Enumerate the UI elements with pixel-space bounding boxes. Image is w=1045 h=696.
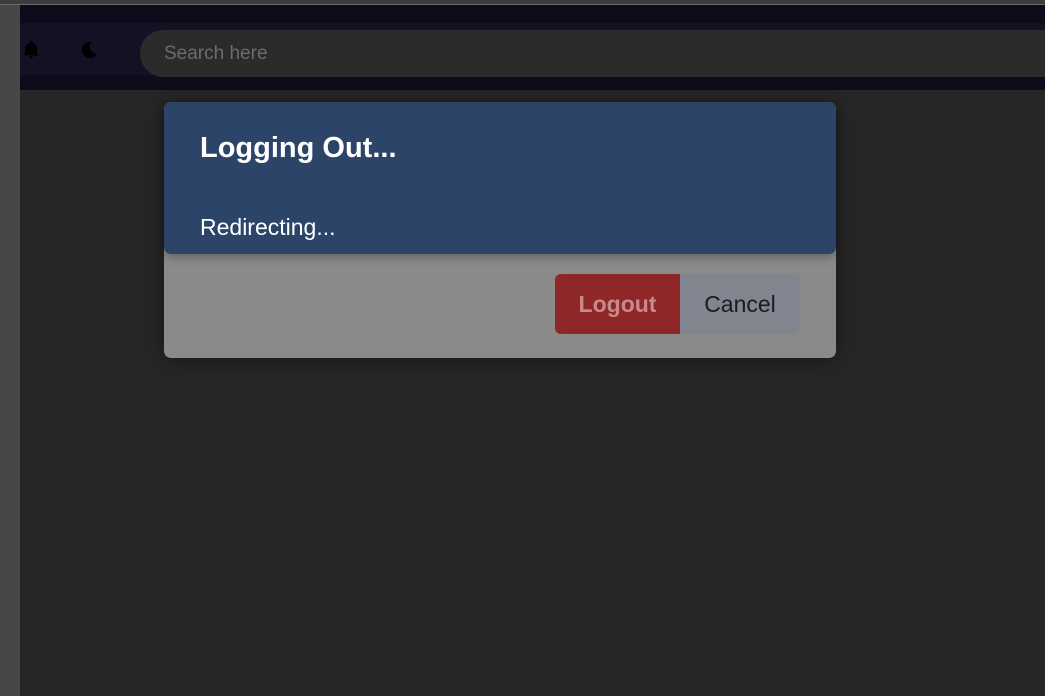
moon-icon bbox=[81, 41, 98, 58]
logout-button[interactable]: Logout bbox=[555, 274, 680, 334]
top-header-bar bbox=[20, 5, 1045, 90]
toast-title: Logging Out... bbox=[200, 132, 397, 164]
logout-status-toast: Logging Out... Redirecting... bbox=[164, 102, 836, 254]
notification-button[interactable] bbox=[18, 37, 44, 63]
bell-icon bbox=[23, 40, 39, 59]
toast-message: Redirecting... bbox=[200, 214, 336, 240]
left-sidebar-rail bbox=[0, 5, 20, 696]
search-input[interactable] bbox=[140, 30, 1045, 77]
dialog-footer: Logout Cancel bbox=[555, 274, 800, 334]
theme-toggle-button[interactable] bbox=[76, 37, 102, 63]
cancel-button[interactable]: Cancel bbox=[680, 274, 800, 334]
